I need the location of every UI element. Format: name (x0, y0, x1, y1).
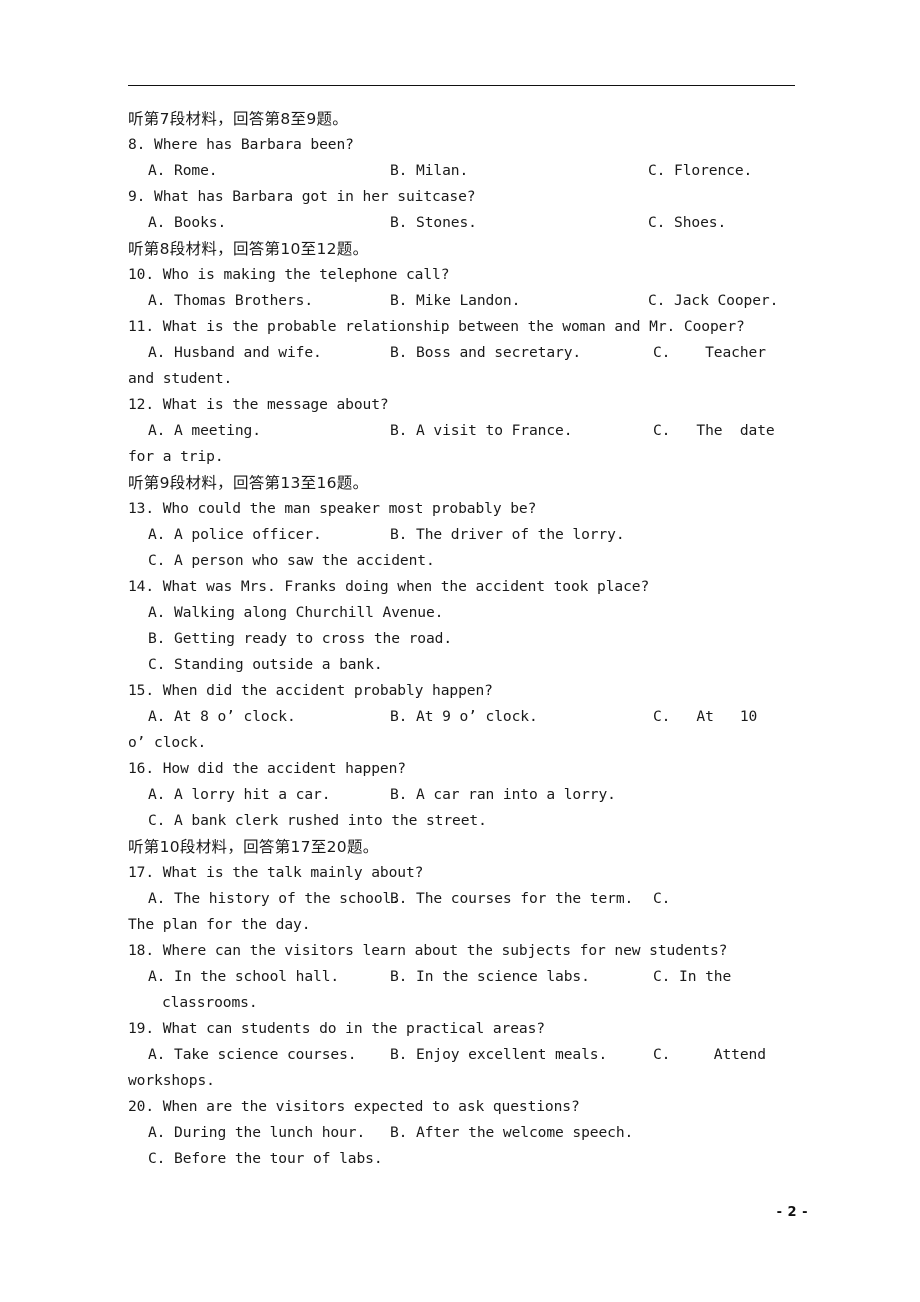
option-a[interactable]: A. In the school hall. (148, 964, 339, 990)
section-heading: 听第10段材料，回答第17至20题。 (128, 838, 379, 856)
listening-section: 听第8段材料，回答第10至12题。 10. Who is making the … (128, 236, 796, 470)
option-a[interactable]: A. Thomas Brothers. (148, 288, 313, 314)
question-stem: 16. How did the accident happen? (128, 760, 406, 777)
option-c[interactable]: C. Teacher (653, 340, 766, 366)
option-row: A. A lorry hit a car. B. A car ran into … (128, 782, 796, 808)
question-stem: 18. Where can the visitors learn about t… (128, 942, 728, 959)
question-block: 13. Who could the man speaker most proba… (128, 496, 796, 574)
option-a[interactable]: A. At 8 o’ clock. (148, 704, 296, 730)
option-a[interactable]: A. Books. (148, 210, 226, 236)
option-c[interactable]: C. (653, 886, 670, 912)
option-continuation[interactable]: classrooms. (128, 990, 796, 1016)
listening-section: 听第7段材料，回答第8至9题。 8. Where has Barbara bee… (128, 106, 796, 236)
option-c[interactable]: C. In the (653, 964, 731, 990)
section-heading: 听第8段材料，回答第10至12题。 (128, 240, 369, 258)
question-block: 9. What has Barbara got in her suitcase?… (128, 184, 796, 236)
question-block: 19. What can students do in the practica… (128, 1016, 796, 1094)
question-stem: 12. What is the message about? (128, 396, 389, 413)
option-continuation[interactable]: for a trip. (128, 444, 796, 470)
option-a[interactable]: A. Rome. (148, 158, 218, 184)
option-c[interactable]: C. Attend (653, 1042, 766, 1068)
option-row: A. During the lunch hour. B. After the w… (128, 1120, 796, 1146)
option-row: A. Husband and wife. B. Boss and secreta… (128, 340, 796, 366)
option-c[interactable]: C. A bank clerk rushed into the street. (128, 808, 796, 834)
question-stem: 10. Who is making the telephone call? (128, 266, 450, 283)
option-c[interactable]: C. At 10 (653, 704, 757, 730)
option-b[interactable]: B. After the welcome speech. (390, 1120, 633, 1146)
question-stem: 14. What was Mrs. Franks doing when the … (128, 578, 650, 595)
listening-section: 听第9段材料，回答第13至16题。 13. Who could the man … (128, 470, 796, 834)
option-c[interactable]: C. Before the tour of labs. (128, 1146, 796, 1172)
question-stem: 8. Where has Barbara been? (128, 136, 354, 153)
question-block: 20. When are the visitors expected to as… (128, 1094, 796, 1172)
question-stem: 17. What is the talk mainly about? (128, 864, 424, 881)
question-block: 16. How did the accident happen? A. A lo… (128, 756, 796, 834)
question-stem: 20. When are the visitors expected to as… (128, 1098, 580, 1115)
option-row: A. At 8 o’ clock. B. At 9 o’ clock. C. A… (128, 704, 796, 730)
option-a[interactable]: A. The history of the school. (148, 886, 400, 912)
question-stem: 19. What can students do in the practica… (128, 1020, 545, 1037)
option-b[interactable]: B. The courses for the term. (390, 886, 633, 912)
option-row: A. Rome. B. Milan. C. Florence. (128, 158, 796, 184)
page-number: - 2 - (776, 1205, 808, 1220)
option-b[interactable]: B. A car ran into a lorry. (390, 782, 616, 808)
option-row: A. In the school hall. B. In the science… (128, 964, 796, 990)
option-b[interactable]: B. Getting ready to cross the road. (128, 626, 796, 652)
header-rule-divider (128, 85, 795, 86)
section-heading: 听第9段材料，回答第13至16题。 (128, 474, 369, 492)
question-block: 11. What is the probable relationship be… (128, 314, 796, 392)
question-stem: 11. What is the probable relationship be… (128, 318, 745, 335)
option-continuation[interactable]: and student. (128, 366, 796, 392)
question-block: 10. Who is making the telephone call? A.… (128, 262, 796, 314)
option-b[interactable]: B. At 9 o’ clock. (390, 704, 538, 730)
option-a[interactable]: A. Walking along Churchill Avenue. (128, 600, 796, 626)
option-c[interactable]: C. A person who saw the accident. (128, 548, 796, 574)
option-continuation[interactable]: o’ clock. (128, 730, 796, 756)
question-stem: 13. Who could the man speaker most proba… (128, 500, 537, 517)
option-b[interactable]: B. Boss and secretary. (390, 340, 581, 366)
option-row: A. A meeting. B. A visit to France. C. T… (128, 418, 796, 444)
option-a[interactable]: A. During the lunch hour. (148, 1120, 365, 1146)
option-a[interactable]: A. A lorry hit a car. (148, 782, 331, 808)
section-heading: 听第7段材料，回答第8至9题。 (128, 110, 349, 128)
question-stem: 9. What has Barbara got in her suitcase? (128, 188, 476, 205)
option-c[interactable]: C. Shoes. (648, 210, 726, 236)
option-b[interactable]: B. The driver of the lorry. (390, 522, 625, 548)
option-b[interactable]: B. Milan. (390, 158, 468, 184)
question-stem: 15. When did the accident probably happe… (128, 682, 493, 699)
option-b[interactable]: B. A visit to France. (390, 418, 573, 444)
option-row: A. Thomas Brothers. B. Mike Landon. C. J… (128, 288, 796, 314)
option-row: A. A police officer. B. The driver of th… (128, 522, 796, 548)
option-c[interactable]: C. Florence. (648, 158, 752, 184)
exam-page: 听第7段材料，回答第8至9题。 8. Where has Barbara bee… (0, 0, 920, 1302)
option-c[interactable]: C. Standing outside a bank. (128, 652, 796, 678)
question-block: 17. What is the talk mainly about? A. Th… (128, 860, 796, 938)
option-a[interactable]: A. A meeting. (148, 418, 261, 444)
option-continuation[interactable]: The plan for the day. (128, 912, 796, 938)
option-b[interactable]: B. In the science labs. (390, 964, 590, 990)
option-row: A. Take science courses. B. Enjoy excell… (128, 1042, 796, 1068)
question-block: 12. What is the message about? A. A meet… (128, 392, 796, 470)
option-c[interactable]: C. The date (653, 418, 775, 444)
option-c[interactable]: C. Jack Cooper. (648, 288, 778, 314)
question-block: 18. Where can the visitors learn about t… (128, 938, 796, 1016)
option-a[interactable]: A. Take science courses. (148, 1042, 357, 1068)
question-block: 15. When did the accident probably happe… (128, 678, 796, 756)
question-block: 8. Where has Barbara been? A. Rome. B. M… (128, 132, 796, 184)
option-continuation[interactable]: workshops. (128, 1068, 796, 1094)
listening-section: 听第10段材料，回答第17至20题。 17. What is the talk … (128, 834, 796, 1172)
option-b[interactable]: B. Mike Landon. (390, 288, 520, 314)
option-a[interactable]: A. Husband and wife. (148, 340, 322, 366)
option-row: A. Books. B. Stones. C. Shoes. (128, 210, 796, 236)
question-block: 14. What was Mrs. Franks doing when the … (128, 574, 796, 678)
exam-content: 听第7段材料，回答第8至9题。 8. Where has Barbara bee… (128, 106, 796, 1172)
option-a[interactable]: A. A police officer. (148, 522, 322, 548)
option-b[interactable]: B. Enjoy excellent meals. (390, 1042, 607, 1068)
option-row: A. The history of the school. B. The cou… (128, 886, 796, 912)
option-b[interactable]: B. Stones. (390, 210, 477, 236)
